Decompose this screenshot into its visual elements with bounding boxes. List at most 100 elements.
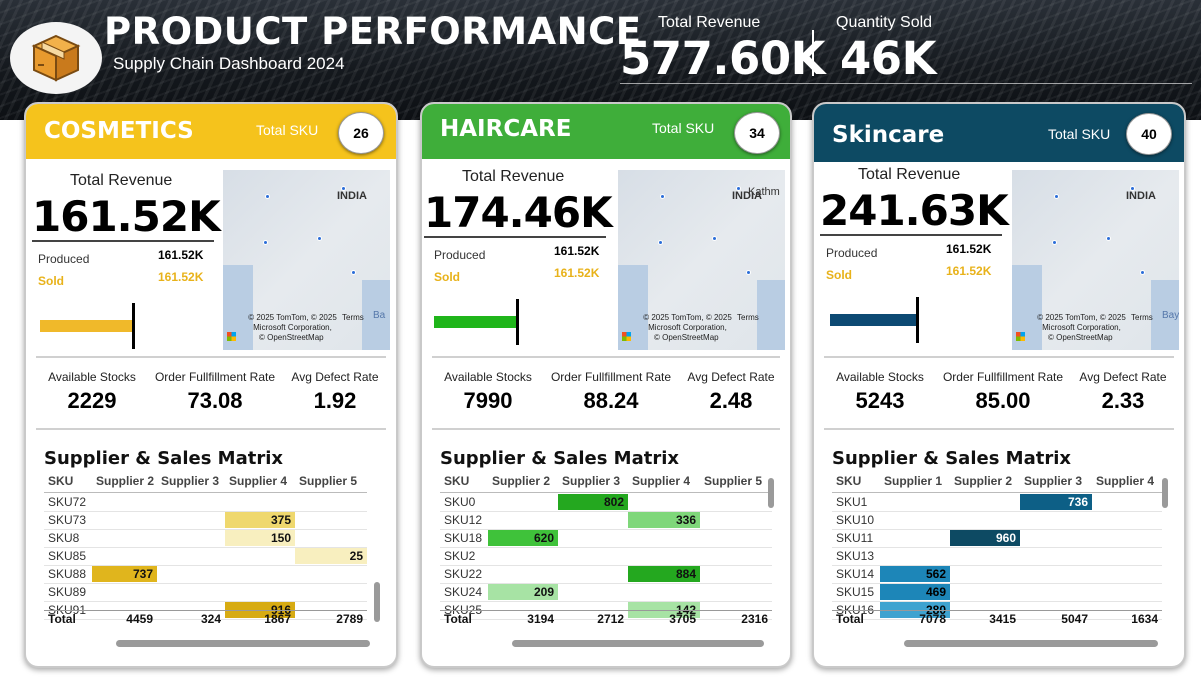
matrix-value-cell[interactable]: [628, 584, 700, 600]
map-location-dot[interactable]: [265, 194, 270, 199]
matrix-sku-cell[interactable]: SKU18: [444, 530, 492, 546]
matrix-value-cell[interactable]: [1020, 512, 1092, 528]
matrix-column-header[interactable]: Supplier 1: [884, 474, 954, 492]
matrix-sku-cell[interactable]: SKU0: [444, 494, 492, 510]
matrix-sku-cell[interactable]: SKU11: [836, 530, 884, 546]
matrix-value-cell[interactable]: [558, 530, 628, 546]
matrix-value-cell[interactable]: 150: [225, 530, 295, 546]
matrix-value-cell[interactable]: [157, 494, 225, 510]
matrix-value-cell[interactable]: [628, 494, 700, 510]
matrix-value-cell[interactable]: [700, 566, 772, 582]
matrix-sku-cell[interactable]: SKU89: [48, 584, 96, 600]
matrix-value-cell[interactable]: [558, 584, 628, 600]
matrix-value-cell[interactable]: 209: [488, 584, 558, 600]
matrix-value-cell[interactable]: [880, 494, 950, 510]
matrix-value-cell[interactable]: [880, 512, 950, 528]
matrix-value-cell[interactable]: [225, 584, 295, 600]
map-terms-link[interactable]: Terms: [737, 313, 759, 323]
matrix-value-cell[interactable]: 375: [225, 512, 295, 528]
matrix-value-cell[interactable]: [157, 566, 225, 582]
matrix-value-cell[interactable]: [1020, 584, 1092, 600]
map-location-dot[interactable]: [1130, 186, 1135, 191]
matrix-value-cell[interactable]: 620: [488, 530, 558, 546]
map-location-dot[interactable]: [1140, 270, 1145, 275]
matrix-value-cell[interactable]: [700, 548, 772, 564]
matrix-value-cell[interactable]: 736: [1020, 494, 1092, 510]
map-osm-link[interactable]: © OpenStreetMap: [654, 333, 719, 343]
matrix-value-cell[interactable]: [295, 530, 367, 546]
map-location-dot[interactable]: [317, 236, 322, 241]
matrix-value-cell[interactable]: [157, 530, 225, 546]
matrix-value-cell[interactable]: [488, 512, 558, 528]
matrix-horizontal-scrollbar[interactable]: [116, 640, 370, 647]
matrix-sku-cell[interactable]: SKU22: [444, 566, 492, 582]
map-location-dot[interactable]: [660, 194, 665, 199]
matrix-sku-cell[interactable]: SKU1: [836, 494, 884, 510]
matrix-sku-cell[interactable]: SKU88: [48, 566, 96, 582]
matrix-column-header[interactable]: Supplier 3: [562, 474, 632, 492]
matrix-column-header[interactable]: Supplier 2: [96, 474, 161, 492]
map-location-dot[interactable]: [746, 270, 751, 275]
matrix-value-cell[interactable]: [1092, 512, 1162, 528]
matrix-sku-cell[interactable]: SKU85: [48, 548, 96, 564]
matrix-value-cell[interactable]: [950, 548, 1020, 564]
matrix-value-cell[interactable]: [628, 530, 700, 546]
matrix-sku-cell[interactable]: SKU24: [444, 584, 492, 600]
map-location-dot[interactable]: [263, 240, 268, 245]
supplier-sales-matrix[interactable]: SKU Supplier 2 Supplier 3 Supplier 4 Supplie…: [440, 474, 772, 644]
sales-map[interactable]: INDIA © 2025 TomTom, © 2025 Terms Microsoft…: [223, 170, 390, 350]
matrix-value-cell[interactable]: 960: [950, 530, 1020, 546]
matrix-value-cell[interactable]: [950, 566, 1020, 582]
matrix-column-header[interactable]: Supplier 3: [1024, 474, 1096, 492]
matrix-value-cell[interactable]: [157, 548, 225, 564]
matrix-value-cell[interactable]: [92, 530, 157, 546]
matrix-value-cell[interactable]: [1092, 530, 1162, 546]
map-terms-link[interactable]: Terms: [1131, 313, 1153, 323]
matrix-value-cell[interactable]: [1020, 566, 1092, 582]
matrix-value-cell[interactable]: [295, 512, 367, 528]
matrix-value-cell[interactable]: [157, 584, 225, 600]
matrix-value-cell[interactable]: [225, 494, 295, 510]
matrix-value-cell[interactable]: [700, 494, 772, 510]
matrix-value-cell[interactable]: [225, 548, 295, 564]
matrix-sku-cell[interactable]: SKU8: [48, 530, 96, 546]
matrix-value-cell[interactable]: [488, 494, 558, 510]
supplier-sales-matrix[interactable]: SKU Supplier 2 Supplier 3 Supplier 4 Supplie…: [44, 474, 378, 644]
matrix-sku-cell[interactable]: SKU73: [48, 512, 96, 528]
matrix-value-cell[interactable]: 802: [558, 494, 628, 510]
matrix-value-cell[interactable]: [1092, 584, 1162, 600]
matrix-column-header[interactable]: Supplier 4: [632, 474, 704, 492]
matrix-value-cell[interactable]: [558, 512, 628, 528]
matrix-sku-cell[interactable]: SKU12: [444, 512, 492, 528]
matrix-value-cell[interactable]: [880, 548, 950, 564]
matrix-column-header[interactable]: Supplier 5: [704, 474, 776, 492]
matrix-vertical-scrollbar[interactable]: [1162, 478, 1168, 508]
matrix-sku-cell[interactable]: SKU72: [48, 494, 96, 510]
supplier-sales-matrix[interactable]: SKU Supplier 1 Supplier 2 Supplier 3 Supplie…: [832, 474, 1166, 644]
matrix-sku-cell[interactable]: SKU15: [836, 584, 884, 600]
matrix-sku-cell[interactable]: SKU13: [836, 548, 884, 564]
matrix-value-cell[interactable]: [558, 566, 628, 582]
map-location-dot[interactable]: [658, 240, 663, 245]
matrix-value-cell[interactable]: [92, 512, 157, 528]
map-osm-link[interactable]: © OpenStreetMap: [1048, 333, 1113, 343]
matrix-value-cell[interactable]: [1092, 494, 1162, 510]
map-location-dot[interactable]: [341, 186, 346, 191]
map-location-dot[interactable]: [1106, 236, 1111, 241]
matrix-column-header[interactable]: SKU: [444, 474, 492, 492]
matrix-column-header[interactable]: Supplier 4: [229, 474, 299, 492]
matrix-value-cell[interactable]: [295, 566, 367, 582]
matrix-sku-cell[interactable]: SKU2: [444, 548, 492, 564]
matrix-value-cell[interactable]: 737: [92, 566, 157, 582]
matrix-value-cell[interactable]: [295, 584, 367, 600]
matrix-value-cell[interactable]: [1020, 548, 1092, 564]
matrix-vertical-scrollbar[interactable]: [374, 582, 380, 622]
matrix-value-cell[interactable]: [950, 512, 1020, 528]
matrix-value-cell[interactable]: 562: [880, 566, 950, 582]
matrix-horizontal-scrollbar[interactable]: [904, 640, 1158, 647]
matrix-value-cell[interactable]: [700, 530, 772, 546]
matrix-value-cell[interactable]: [1092, 548, 1162, 564]
matrix-value-cell[interactable]: [488, 548, 558, 564]
matrix-value-cell[interactable]: [488, 566, 558, 582]
matrix-column-header[interactable]: Supplier 2: [954, 474, 1024, 492]
